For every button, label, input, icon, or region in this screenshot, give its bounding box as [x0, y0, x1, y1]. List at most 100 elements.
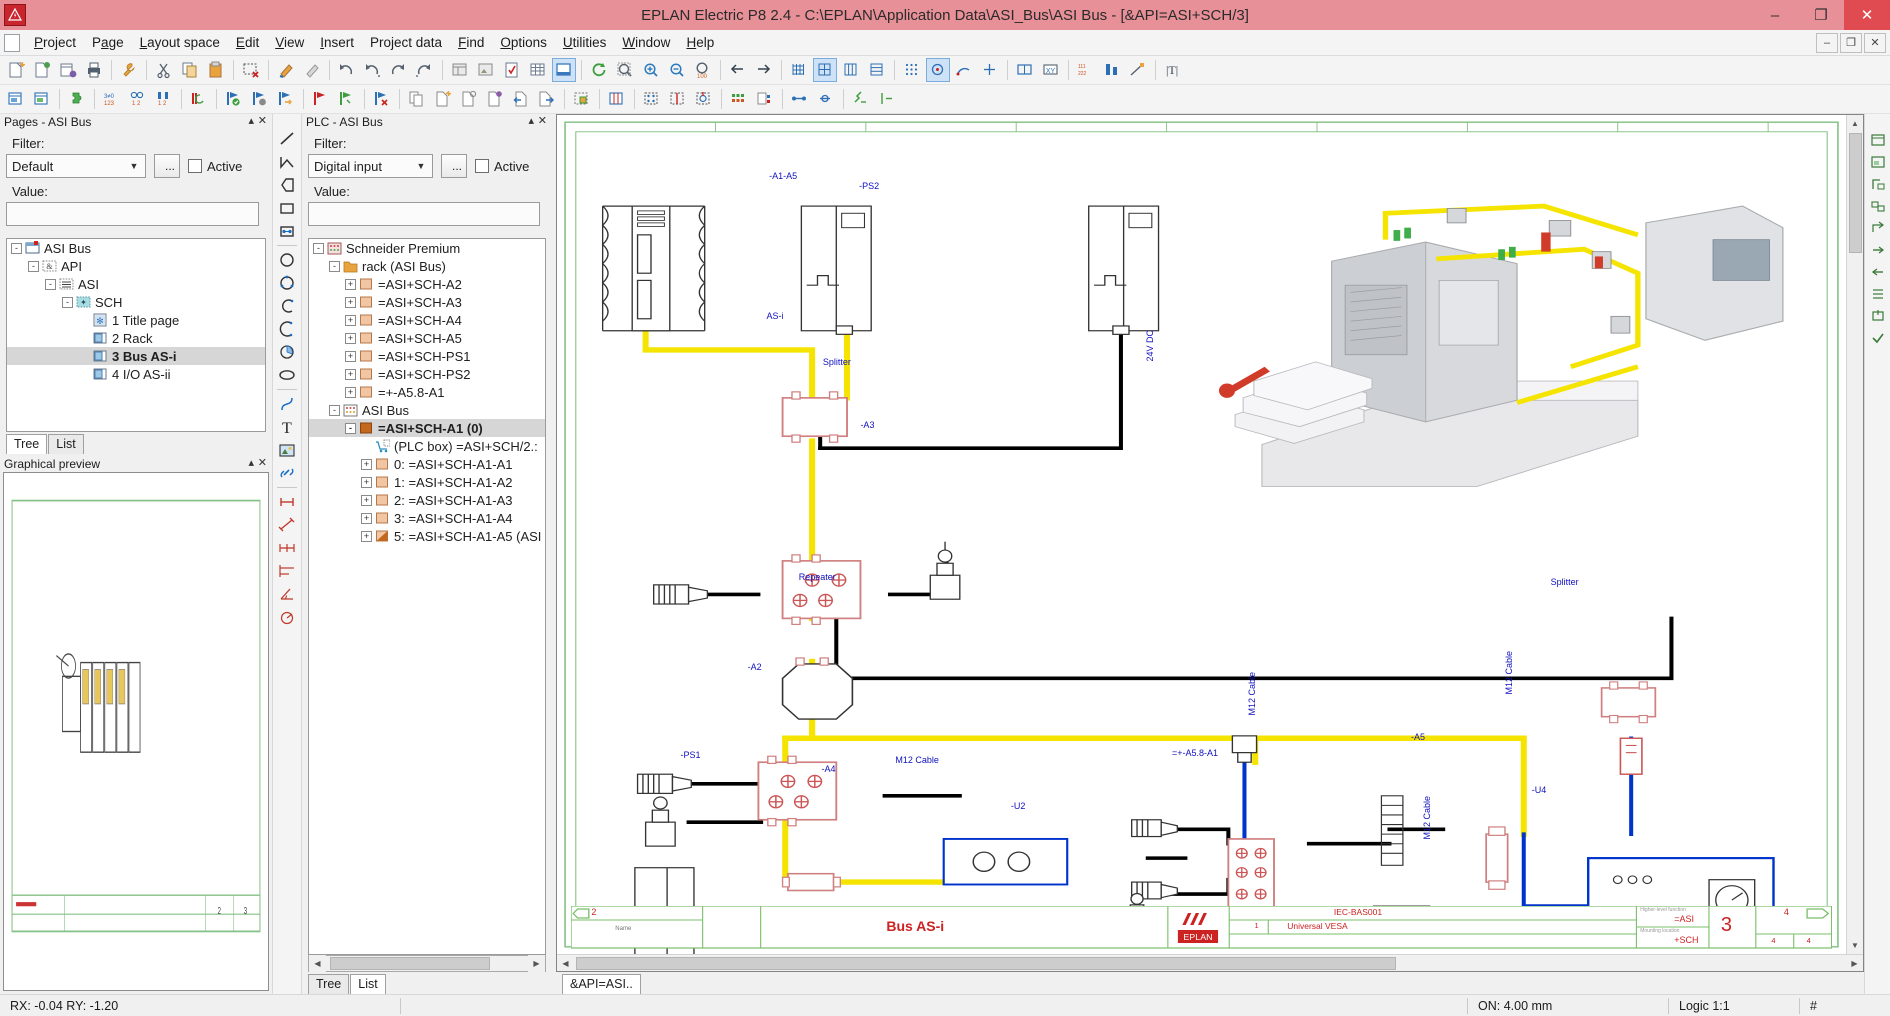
select-delete-icon[interactable]: [239, 58, 263, 82]
canvas-hscroll-thumb[interactable]: [576, 957, 1396, 970]
tree-node[interactable]: +2: =ASI+SCH-A1-A3: [309, 491, 545, 509]
close-icon[interactable]: ✕: [258, 457, 267, 469]
tree-node[interactable]: +=ASI+SCH-PS1: [309, 347, 545, 365]
polygon-icon[interactable]: [275, 174, 299, 196]
tree-node[interactable]: +5: =ASI+SCH-A1-A5 (ASI B: [309, 527, 545, 545]
tree-node[interactable]: +=ASI+SCH-A2: [309, 275, 545, 293]
tree-node[interactable]: +1: =ASI+SCH-A1-A2: [309, 473, 545, 491]
snap-grid-icon[interactable]: [900, 58, 924, 82]
device-nav-icon[interactable]: [4, 87, 28, 111]
window-close-button[interactable]: ✕: [1844, 0, 1890, 30]
table-icon[interactable]: [526, 58, 550, 82]
circle-icon[interactable]: [275, 249, 299, 271]
expand-icon[interactable]: +: [345, 351, 356, 362]
scroll-right-icon[interactable]: ▶: [528, 955, 545, 972]
plc-filter-settings-button[interactable]: ...: [441, 154, 467, 178]
expand-icon[interactable]: +: [345, 279, 356, 290]
snap-arc-icon[interactable]: [952, 58, 976, 82]
dimension-baseline-icon[interactable]: [275, 560, 299, 582]
image-icon[interactable]: [275, 439, 299, 461]
macro-nav-icon[interactable]: [1867, 262, 1889, 282]
status-logic-scale[interactable]: Logic 1:1: [1669, 995, 1799, 1016]
tree-node[interactable]: 2 Rack: [7, 329, 265, 347]
eplan-app-icon[interactable]: [4, 4, 26, 26]
check-page-icon[interactable]: [500, 58, 524, 82]
circle-3point-icon[interactable]: [275, 272, 299, 294]
dimension-continuous-icon[interactable]: [275, 537, 299, 559]
canvas-hscroll-track[interactable]: [574, 956, 1846, 970]
menu-item-view[interactable]: View: [267, 32, 312, 53]
expand-icon[interactable]: +: [345, 387, 356, 398]
undo-multi-icon[interactable]: [361, 58, 385, 82]
menu-item-window[interactable]: Window: [614, 32, 678, 53]
status-symbol[interactable]: #: [1800, 995, 1890, 1016]
menu-item-layout-space[interactable]: Layout space: [132, 32, 228, 53]
forward-arrow-icon[interactable]: [752, 58, 776, 82]
coordinate-input-icon[interactable]: XY: [1039, 58, 1063, 82]
pages-active-checkbox-wrap[interactable]: Active: [188, 159, 242, 174]
spline-icon[interactable]: [275, 393, 299, 415]
graphical-preview-canvas[interactable]: 2 3: [3, 472, 269, 991]
collapse-icon[interactable]: -: [313, 243, 324, 254]
tree-node[interactable]: +=ASI+SCH-A5: [309, 329, 545, 347]
collapse-icon[interactable]: -: [62, 297, 73, 308]
expand-icon[interactable]: +: [361, 477, 372, 488]
zoom-window-icon[interactable]: [613, 58, 637, 82]
zoom-in-icon[interactable]: [639, 58, 663, 82]
pages-tree[interactable]: -ASI Bus-&API-ASI-✦SCH✻1 Title page2 Rac…: [6, 238, 266, 432]
layout-grid-icon[interactable]: [448, 58, 472, 82]
tree-node[interactable]: ✻1 Title page: [7, 311, 265, 329]
plc-tree-hscroll-track[interactable]: [326, 957, 528, 970]
cable-icon[interactable]: [727, 87, 751, 111]
open-page-icon[interactable]: [30, 58, 54, 82]
refresh-icon[interactable]: [587, 58, 611, 82]
tree-node[interactable]: +=ASI+SCH-A3: [309, 293, 545, 311]
new-page-icon[interactable]: [4, 58, 28, 82]
tree-node[interactable]: 4 I/O AS-ii: [7, 365, 265, 383]
menu-item-utilities[interactable]: Utilities: [555, 32, 615, 53]
settings-wrench-icon[interactable]: [117, 58, 141, 82]
increment-icon[interactable]: 111222: [1074, 58, 1098, 82]
sector-icon[interactable]: [275, 341, 299, 363]
arc-3point-icon[interactable]: [275, 318, 299, 340]
new-doc-star-icon[interactable]: [431, 87, 455, 111]
numbering-icon[interactable]: 3≠0123: [100, 87, 124, 111]
tab-document-api-asi[interactable]: &API=ASI..: [562, 974, 641, 994]
zoom-100-icon[interactable]: 100: [691, 58, 715, 82]
grid-on-icon[interactable]: [787, 58, 811, 82]
plc-pin-icon[interactable]: [692, 87, 716, 111]
tree-node[interactable]: -ASI: [7, 275, 265, 293]
tree-node[interactable]: -✦SCH: [7, 293, 265, 311]
canvas-vscrollbar[interactable]: ▲ ▼: [1846, 115, 1863, 954]
interrupt-icon[interactable]: [849, 87, 873, 111]
potential-icon[interactable]: [875, 87, 899, 111]
plugin-icon[interactable]: [65, 87, 89, 111]
macro-insert-icon[interactable]: [1867, 240, 1889, 260]
page-macro-icon[interactable]: [1867, 130, 1889, 150]
macro-export-icon[interactable]: [1867, 306, 1889, 326]
dimension-aligned-icon[interactable]: [275, 514, 299, 536]
hyperlink-icon[interactable]: [275, 462, 299, 484]
close-icon[interactable]: ✕: [258, 115, 267, 127]
close-icon[interactable]: ✕: [538, 115, 547, 127]
tab-plc-list[interactable]: List: [350, 974, 385, 994]
window-macro-icon[interactable]: [1867, 152, 1889, 172]
pairs-icon[interactable]: 1 2: [126, 87, 150, 111]
tree-node[interactable]: +0: =ASI+SCH-A1-A1: [309, 455, 545, 473]
canvas-vscroll-thumb[interactable]: [1849, 133, 1862, 253]
flag-delete-icon[interactable]: [370, 87, 394, 111]
menu-item-edit[interactable]: Edit: [228, 32, 267, 53]
macro-variant-icon[interactable]: [1867, 218, 1889, 238]
flag-stop-icon[interactable]: [309, 87, 333, 111]
doc-in-icon[interactable]: [509, 87, 533, 111]
menu-item-options[interactable]: Options: [492, 32, 555, 53]
tree-node[interactable]: 3 Bus AS-i: [7, 347, 265, 365]
menu-item-project-data[interactable]: Project data: [362, 32, 450, 53]
scale-icon[interactable]: [1126, 58, 1150, 82]
collapse-icon[interactable]: -: [329, 405, 340, 416]
plc-tree-hscroll-thumb[interactable]: [330, 957, 490, 970]
expand-icon[interactable]: +: [345, 315, 356, 326]
macro-check-icon[interactable]: [1867, 328, 1889, 348]
collapse-icon[interactable]: -: [11, 243, 22, 254]
dimension-radius-icon[interactable]: [275, 606, 299, 628]
